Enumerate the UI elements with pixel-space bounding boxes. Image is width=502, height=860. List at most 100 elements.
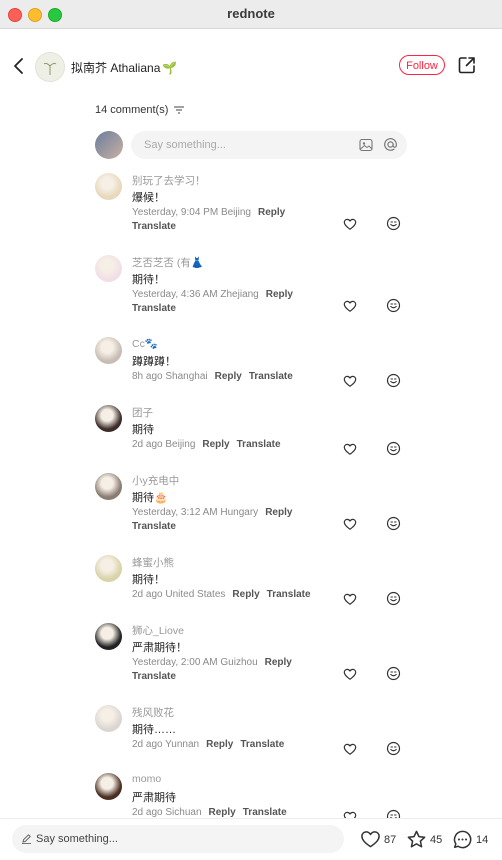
comment-item: 小y充电中 期待🎂 Yesterday, 3:12 AM Hungary Reply T… xyxy=(95,473,415,537)
comment-time-location: 8h ago Shanghai xyxy=(132,371,208,382)
translate-button[interactable]: Translate xyxy=(240,739,284,750)
reaction-emoji-icon[interactable] xyxy=(386,373,401,388)
comment-avatar[interactable] xyxy=(95,405,122,432)
comment-avatar[interactable] xyxy=(95,173,122,200)
reply-button[interactable]: Reply xyxy=(265,507,292,518)
reply-button[interactable]: Reply xyxy=(209,807,236,818)
comment-item: 别玩了去学习！ 爆候！ Yesterday, 9:04 PM Beijing Repl… xyxy=(95,173,415,237)
translate-button[interactable]: Translate xyxy=(132,671,176,682)
comment-time-location: Yesterday, 3:12 AM Hungary xyxy=(132,507,259,518)
share-icon[interactable] xyxy=(458,56,476,74)
translate-button[interactable]: Translate xyxy=(237,439,281,450)
comment-avatar[interactable] xyxy=(95,623,122,650)
comment-author[interactable]: 芝否芝否 (有👗 xyxy=(132,255,204,270)
comment-avatar[interactable] xyxy=(95,705,122,732)
like-heart-icon[interactable] xyxy=(343,299,357,313)
like-heart-icon[interactable] xyxy=(360,829,381,850)
reaction-emoji-icon[interactable] xyxy=(386,741,401,756)
comment-meta: 2d ago United States Reply Translate xyxy=(132,589,311,600)
comment-author[interactable]: 小y充电中 xyxy=(132,473,179,488)
translate-button[interactable]: Translate xyxy=(267,589,311,600)
comment-text: 严肃期待 xyxy=(132,792,176,804)
back-arrow-icon[interactable] xyxy=(12,56,26,76)
reply-button[interactable]: Reply xyxy=(258,207,285,218)
reply-button[interactable]: Reply xyxy=(266,289,293,300)
comment-meta: 2d ago Sichuan Reply Translate xyxy=(132,807,287,818)
comment-author[interactable]: Cc🐾 xyxy=(132,337,158,350)
comment-text: 期待！ xyxy=(132,274,165,286)
comment-meta: 2d ago Yunnan Reply Translate xyxy=(132,739,284,750)
sort-filter-icon[interactable] xyxy=(174,106,185,114)
bottom-input-placeholder: Say something... xyxy=(36,833,118,845)
reaction-emoji-icon[interactable] xyxy=(386,216,401,231)
mention-icon[interactable] xyxy=(383,137,398,152)
translate-button[interactable]: Translate xyxy=(249,371,293,382)
pencil-icon xyxy=(22,834,31,844)
bottom-comment-input[interactable]: Say something... xyxy=(12,825,344,853)
reply-button[interactable]: Reply xyxy=(202,439,229,450)
post-header: 拟南芥 Athaliana 🌱 Follow xyxy=(0,28,502,104)
comment-avatar[interactable] xyxy=(95,337,122,364)
reaction-emoji-icon[interactable] xyxy=(386,441,401,456)
author-avatar[interactable] xyxy=(35,52,65,82)
reply-button[interactable]: Reply xyxy=(206,739,233,750)
comments-total-count: 14 xyxy=(476,834,489,846)
comment-text: 爆候！ xyxy=(132,192,165,204)
comment-author[interactable]: momo xyxy=(132,773,161,785)
comment-avatar[interactable] xyxy=(95,555,122,582)
comment-meta: Yesterday, 9:04 PM Beijing Reply xyxy=(132,207,285,218)
comment-meta: Yesterday, 3:12 AM Hungary Reply xyxy=(132,507,292,518)
comments-count: 14 comment(s) xyxy=(95,104,169,116)
comment-bubble-icon[interactable] xyxy=(452,829,473,850)
like-heart-icon[interactable] xyxy=(343,374,357,388)
translate-button[interactable]: Translate xyxy=(243,807,287,818)
comment-meta: Yesterday, 2:00 AM Guizhou Reply xyxy=(132,657,292,668)
follow-button[interactable]: Follow xyxy=(399,55,445,75)
like-heart-icon[interactable] xyxy=(343,742,357,756)
comment-avatar[interactable] xyxy=(95,473,122,500)
reaction-emoji-icon[interactable] xyxy=(386,298,401,313)
like-heart-icon[interactable] xyxy=(343,592,357,606)
comment-time-location: 2d ago Sichuan xyxy=(132,807,202,818)
bottom-action-bar: Say something... 87 45 14 xyxy=(0,818,502,860)
comment-author[interactable]: 蜂蜜小熊 xyxy=(132,555,174,570)
comment-text: 蹲蹲蹲！ xyxy=(132,356,176,368)
comment-author[interactable]: 别玩了去学习！ xyxy=(132,173,206,188)
comment-item: Cc🐾 蹲蹲蹲！ 8h ago Shanghai Reply Translate xyxy=(95,337,415,388)
reply-button[interactable]: Reply xyxy=(215,371,242,382)
comment-avatar[interactable] xyxy=(95,773,122,800)
window-title: rednote xyxy=(227,6,275,21)
comment-time-location: 2d ago Beijing xyxy=(132,439,196,450)
comment-item: 狮心_Liove 严肃期待！ Yesterday, 2:00 AM Guizhou R… xyxy=(95,623,415,687)
comment-meta: 2d ago Beijing Reply Translate xyxy=(132,439,281,450)
comment-time-location: 2d ago Yunnan xyxy=(132,739,200,750)
comment-author[interactable]: 团子 xyxy=(132,405,153,420)
comment-item: 芝否芝否 (有👗 期待！ Yesterday, 4:36 AM Zhejiang Re… xyxy=(95,255,415,319)
comment-avatar[interactable] xyxy=(95,255,122,282)
image-icon[interactable] xyxy=(359,138,373,152)
reply-button[interactable]: Reply xyxy=(232,589,259,600)
comment-time-location: 2d ago United States xyxy=(132,589,226,600)
comment-item: momo 严肃期待 2d ago Sichuan Reply Translate xyxy=(95,773,415,824)
window-titlebar: rednote xyxy=(0,0,502,29)
comment-text: 期待 xyxy=(132,424,154,436)
like-heart-icon[interactable] xyxy=(343,517,357,531)
reaction-emoji-icon[interactable] xyxy=(386,516,401,531)
collect-star-icon[interactable] xyxy=(406,829,427,850)
comment-author[interactable]: 狮心_Liove xyxy=(132,623,184,638)
translate-button[interactable]: Translate xyxy=(132,521,176,532)
like-heart-icon[interactable] xyxy=(343,442,357,456)
reaction-emoji-icon[interactable] xyxy=(386,666,401,681)
translate-button[interactable]: Translate xyxy=(132,221,176,232)
comment-author[interactable]: 残风败花 xyxy=(132,705,174,720)
author-name[interactable]: 拟南芥 Athaliana 🌱 xyxy=(71,59,177,76)
comment-text: 期待！ xyxy=(132,574,165,586)
current-user-avatar xyxy=(95,131,123,159)
comment-time-location: Yesterday, 2:00 AM Guizhou xyxy=(132,657,258,668)
like-heart-icon[interactable] xyxy=(343,667,357,681)
comments-count-row: 14 comment(s) xyxy=(95,104,185,116)
like-heart-icon[interactable] xyxy=(343,217,357,231)
reply-button[interactable]: Reply xyxy=(265,657,292,668)
translate-button[interactable]: Translate xyxy=(132,303,176,314)
reaction-emoji-icon[interactable] xyxy=(386,591,401,606)
